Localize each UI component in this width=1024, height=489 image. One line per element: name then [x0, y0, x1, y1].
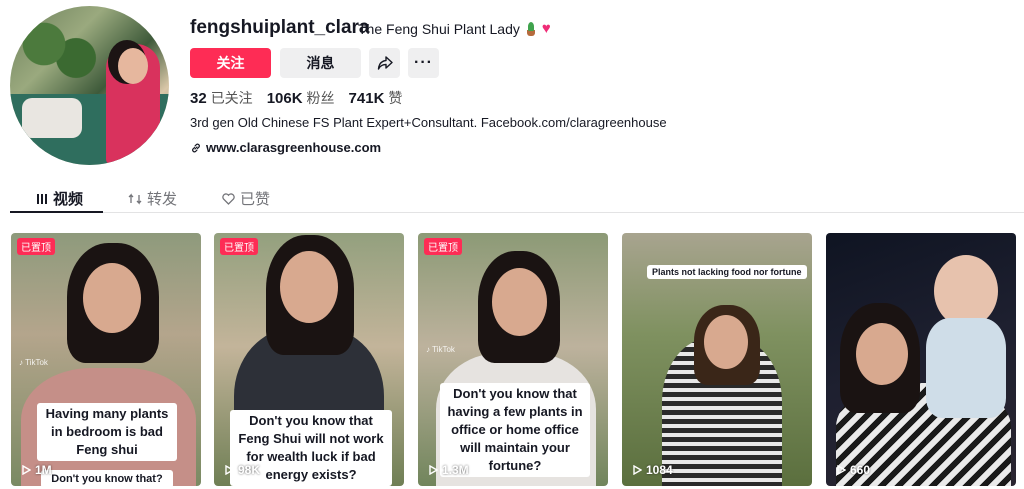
video-caption: Having many plants in bedroom is bad Fen… — [37, 403, 177, 461]
more-button[interactable]: ··· — [408, 48, 439, 78]
tab-reposts[interactable]: 转发 — [128, 188, 177, 209]
profile-stats: 32 已关注 106K 粉丝 741K 赞 — [190, 88, 402, 108]
heart-emoji-icon: ♥ — [541, 20, 551, 37]
pinned-badge: 已置顶 — [220, 238, 258, 255]
follow-button[interactable]: 关注 — [190, 48, 271, 78]
video-caption: Plants not lacking food nor fortune — [647, 265, 807, 279]
grid-icon — [37, 193, 47, 204]
tab-videos[interactable]: 视频 — [36, 188, 83, 209]
profile-link[interactable]: www.clarasgreenhouse.com — [190, 140, 381, 155]
video-card[interactable]: 已置顶 Don't you know that Feng Shui will n… — [214, 233, 404, 486]
tab-liked[interactable]: 已赞 — [222, 188, 270, 209]
tiktok-watermark: ♪ TikTok — [426, 345, 455, 354]
pinned-badge: 已置顶 — [17, 238, 55, 255]
link-icon — [192, 143, 200, 152]
view-count: 1.3M — [429, 463, 469, 477]
view-count: 1M — [22, 463, 52, 477]
message-button[interactable]: 消息 — [280, 48, 361, 78]
avatar[interactable] — [10, 6, 169, 165]
share-button[interactable] — [369, 48, 400, 78]
play-icon — [837, 465, 846, 475]
profile-link-text[interactable]: www.clarasgreenhouse.com — [206, 140, 381, 155]
video-card[interactable]: ♪ TikTok 已置顶 Don't you know that having … — [418, 233, 608, 486]
heart-icon — [222, 192, 235, 205]
nickname-text: The Feng Shui Plant Lady — [358, 20, 520, 37]
video-card[interactable]: 660 — [826, 233, 1016, 486]
active-tab-indicator — [10, 211, 103, 213]
following-stat[interactable]: 32 已关注 — [190, 88, 253, 108]
play-icon — [22, 465, 31, 475]
repost-icon — [128, 192, 142, 205]
view-count: 98K — [225, 463, 260, 477]
nickname: The Feng Shui Plant Lady ♥ — [358, 20, 551, 37]
play-icon — [633, 465, 642, 475]
pinned-badge: 已置顶 — [424, 238, 462, 255]
play-icon — [429, 465, 438, 475]
potted-plant-icon — [525, 21, 537, 36]
video-caption-secondary: Don't you know that? — [41, 470, 173, 486]
view-count: 1084 — [633, 463, 673, 477]
followers-stat[interactable]: 106K 粉丝 — [267, 88, 335, 108]
likes-stat: 741K 赞 — [348, 90, 403, 107]
tiktok-watermark: ♪ TikTok — [19, 358, 48, 367]
share-icon — [377, 56, 393, 70]
video-card[interactable]: Plants not lacking food nor fortune 1084 — [622, 233, 812, 486]
bio: 3rd gen Old Chinese FS Plant Expert+Cons… — [190, 115, 667, 130]
profile-tabs: 视频 转发 已赞 — [10, 180, 1024, 213]
view-count: 660 — [837, 463, 870, 477]
play-icon — [225, 465, 234, 475]
video-card[interactable]: ♪ TikTok 已置顶 Having many plants in bedro… — [11, 233, 201, 486]
username: fengshuiplant_clara — [190, 17, 370, 38]
